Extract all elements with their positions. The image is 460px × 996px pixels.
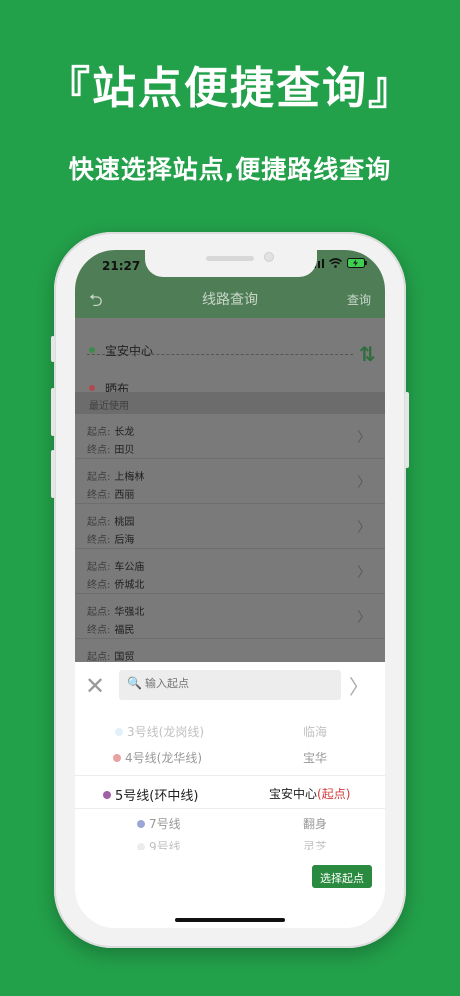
phone-volume-down [51, 450, 55, 498]
search-input[interactable] [145, 677, 335, 690]
line-color-dot [137, 819, 145, 828]
start-station-name: 宝安中心 [105, 344, 154, 358]
search-box[interactable]: 🔍 [119, 670, 341, 700]
query-button[interactable]: 查询 [347, 291, 371, 308]
chevron-right-icon: 〉 [357, 565, 371, 581]
promo-headline: 『站点便捷查询』 [46, 63, 414, 114]
station-label: 灵芝 [302, 840, 327, 850]
picker-row[interactable]: 4号线(龙华线) 宝华 [75, 749, 385, 775]
phone-camera [264, 252, 274, 262]
status-time: 21:27 [102, 259, 141, 273]
recent-header: 最近使用 [75, 392, 385, 414]
recent-start: 长龙 [114, 427, 135, 438]
end-label: 终点: [87, 490, 111, 501]
home-indicator [175, 918, 285, 922]
station-divider [87, 354, 353, 355]
chevron-right-icon[interactable]: 〉 [349, 671, 369, 700]
line-color-dot [103, 790, 111, 799]
start-label: 起点: [87, 472, 111, 483]
phone-volume-up [51, 388, 55, 436]
station-picker-sheet: ✕ 🔍 〉 3号线(龙岗线) 临海 4号线(龙华线) 宝华 5号线(环中线) 宝… [75, 662, 385, 928]
station-label: 翻身 [302, 817, 327, 831]
end-label: 终点: [87, 535, 111, 546]
recent-start: 桃园 [114, 517, 135, 528]
recent-item[interactable]: 起点: 车公庙 终点: 侨城北 〉 [75, 549, 385, 594]
page-title: 线路查询 [202, 292, 258, 308]
recent-end: 福民 [114, 625, 135, 636]
end-label: 终点: [87, 625, 111, 636]
recent-end: 侨城北 [114, 580, 145, 591]
line-label: 3号线(龙岗线) [127, 725, 204, 739]
close-icon[interactable]: ✕ [85, 672, 105, 700]
end-label: 终点: [87, 580, 111, 591]
status-icons [310, 258, 367, 268]
line-color-dot [137, 842, 145, 850]
wifi-icon [329, 258, 342, 268]
picker-row[interactable]: 3号线(龙岗线) 临海 [75, 723, 385, 749]
recent-start: 上梅林 [114, 472, 145, 483]
chevron-right-icon: 〉 [357, 610, 371, 626]
chevron-right-icon: 〉 [357, 430, 371, 446]
line-color-dot [115, 727, 123, 736]
end-label: 终点: [87, 445, 111, 456]
station-label: 宝华 [302, 751, 327, 765]
recent-item[interactable]: 起点: 上梅林 终点: 西丽 〉 [75, 459, 385, 504]
line-color-dot [113, 753, 121, 762]
start-label: 起点: [87, 607, 111, 618]
start-label: 起点: [87, 517, 111, 528]
promo-subline: 快速选择站点,便捷路线查询 [68, 155, 392, 184]
recent-item[interactable]: 起点: 华强北 终点: 福民 〉 [75, 594, 385, 639]
line-label: 9号线 [149, 840, 181, 850]
start-label: 起点: [87, 562, 111, 573]
line-label: 4号线(龙华线) [125, 751, 202, 765]
end-dot [89, 385, 95, 391]
swap-icon[interactable]: ⇅ [359, 342, 376, 366]
recent-item[interactable]: 起点: 长龙 终点: 田贝 〉 [75, 414, 385, 459]
battery-charging-icon [347, 258, 367, 268]
station-label: 临海 [302, 725, 327, 739]
phone-notch [145, 250, 317, 277]
chevron-right-icon: 〉 [357, 520, 371, 536]
station-label: 宝安中心 [269, 787, 318, 801]
recent-end: 后海 [114, 535, 135, 546]
recent-start: 华强北 [114, 607, 145, 618]
search-icon: 🔍 [127, 676, 142, 690]
recent-start: 车公庙 [114, 562, 145, 573]
phone-power-button [405, 392, 409, 468]
phone-speaker [206, 256, 254, 261]
start-station-row[interactable]: 宝安中心 [75, 332, 365, 368]
phone-side-button [51, 336, 55, 362]
line-label: 7号线 [149, 817, 181, 831]
chevron-right-icon: 〉 [357, 475, 371, 491]
start-label: 起点: [87, 427, 111, 438]
recent-end: 西丽 [114, 490, 135, 501]
start-dot [89, 347, 95, 353]
picker-row[interactable]: 9号线 灵芝 [75, 838, 385, 850]
phone-screen: 21:27 ⮌ 线路查询 查询 宝安中心 晒布 ⇅ 最近使用 起点: 长龙 终点… [75, 250, 385, 928]
picker-row-selected[interactable]: 5号线(环中线) 宝安中心(起点) [75, 775, 385, 809]
recent-end: 田贝 [114, 445, 135, 456]
select-start-button[interactable]: 选择起点 [312, 865, 372, 888]
line-label: 5号线(环中线) [115, 789, 199, 804]
recent-item[interactable]: 起点: 桃园 终点: 后海 〉 [75, 504, 385, 549]
selected-suffix: (起点) [317, 787, 351, 801]
nav-bar: ⮌ 线路查询 查询 [75, 278, 385, 318]
